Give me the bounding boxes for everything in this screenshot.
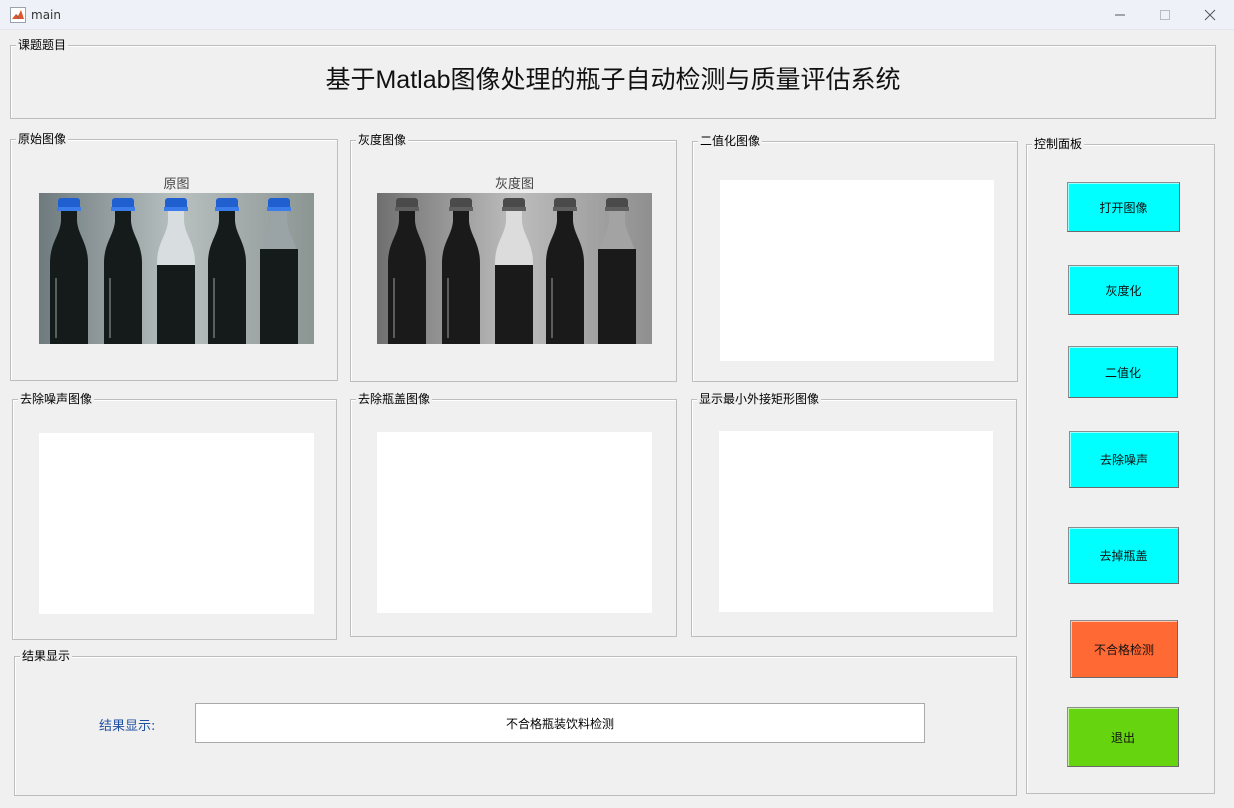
binary-image-axes <box>720 180 994 361</box>
result-field-label: 结果显示: <box>99 719 156 734</box>
cap-removed-image-panel: 去除瓶盖图像 <box>350 392 677 637</box>
original-bottle-image <box>39 193 314 344</box>
gray-bottle-image <box>377 193 652 344</box>
cap-removed-image-axes <box>377 432 652 613</box>
binarize-button[interactable]: 二值化 <box>1068 346 1178 398</box>
grayscale-button[interactable]: 灰度化 <box>1068 265 1179 315</box>
title-panel-label: 课题题目 <box>16 38 69 52</box>
result-panel-label: 结果显示 <box>20 649 73 663</box>
binary-image-panel-label: 二值化图像 <box>698 134 763 148</box>
original-axes-title: 原图 <box>163 177 190 192</box>
min-rect-image-panel: 显示最小外接矩形图像 <box>691 392 1017 637</box>
maximize-icon <box>1160 10 1170 20</box>
original-image-panel: 原始图像 原图 <box>10 132 338 381</box>
denoise-image-panel: 去除噪声图像 <box>12 392 337 640</box>
denoise-image-axes <box>39 433 314 614</box>
result-text-field[interactable]: 不合格瓶装饮料检测 <box>195 703 925 743</box>
maximize-button[interactable] <box>1151 4 1179 26</box>
min-rect-image-axes <box>719 431 993 612</box>
title-panel: 课题题目 基于Matlab图像处理的瓶子自动检测与质量评估系统 <box>10 38 1216 119</box>
original-image-panel-label: 原始图像 <box>16 132 69 146</box>
gray-axes-title: 灰度图 <box>494 177 534 192</box>
binary-image-panel: 二值化图像 <box>692 134 1018 382</box>
window-titlebar: main <box>0 0 1234 30</box>
minimize-icon <box>1115 14 1125 16</box>
close-icon <box>1204 9 1216 21</box>
result-panel: 结果显示 结果显示: 不合格瓶装饮料检测 <box>14 649 1017 796</box>
denoise-image-panel-label: 去除噪声图像 <box>18 392 95 406</box>
minimize-button[interactable] <box>1106 4 1134 26</box>
gray-image-panel-label: 灰度图像 <box>356 133 409 147</box>
page-title: 基于Matlab图像处理的瓶子自动检测与质量评估系统 <box>325 66 901 94</box>
cap-removed-image-panel-label: 去除瓶盖图像 <box>356 392 433 406</box>
open-image-button[interactable]: 打开图像 <box>1067 182 1180 232</box>
exit-button[interactable]: 退出 <box>1067 707 1179 767</box>
control-panel-label: 控制面板 <box>1032 137 1085 151</box>
denoise-button[interactable]: 去除噪声 <box>1069 431 1179 488</box>
gray-image-panel: 灰度图像 灰度图 <box>350 133 677 382</box>
matlab-icon <box>10 7 26 23</box>
close-button[interactable] <box>1196 4 1224 26</box>
window-title: main <box>31 8 61 22</box>
remove-cap-button[interactable]: 去掉瓶盖 <box>1068 527 1179 584</box>
min-rect-image-panel-label: 显示最小外接矩形图像 <box>697 392 822 406</box>
defect-detect-button[interactable]: 不合格检测 <box>1070 620 1178 678</box>
